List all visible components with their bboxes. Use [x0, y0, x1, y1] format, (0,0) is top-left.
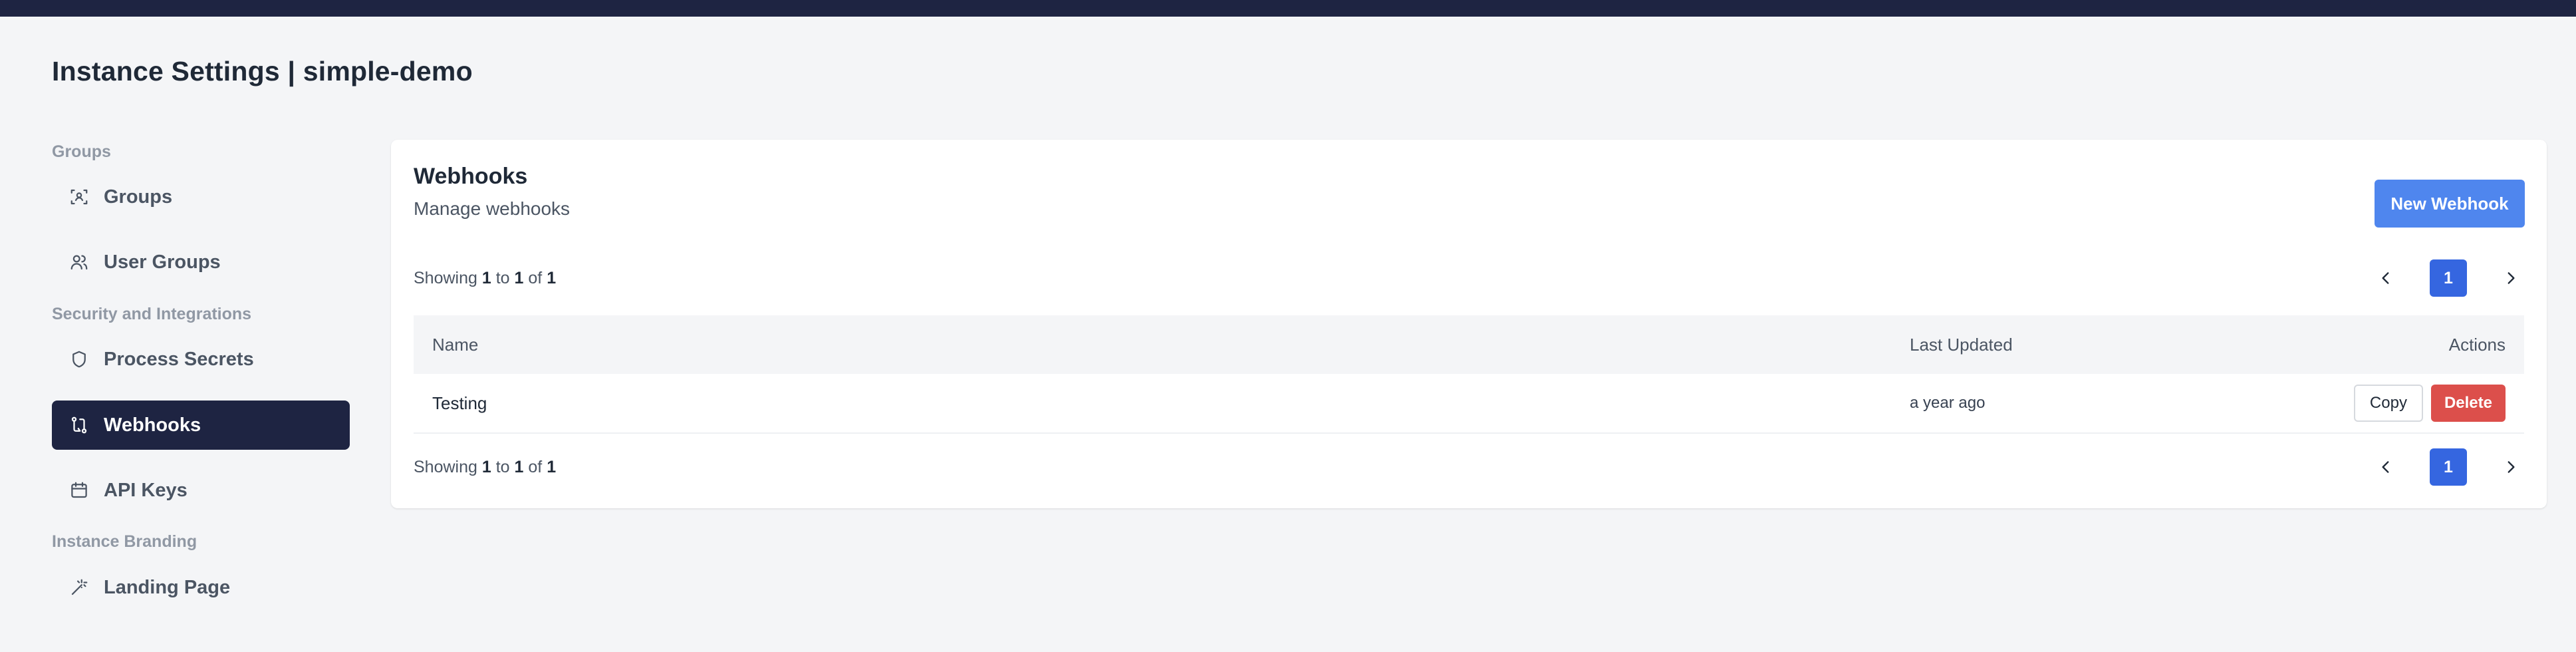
- sidebar-item-label: Groups: [104, 186, 173, 208]
- sidebar-item-user-groups[interactable]: User Groups: [52, 238, 350, 287]
- column-header-actions: Actions: [2448, 334, 2506, 355]
- column-header-last-updated: Last Updated: [1910, 334, 2013, 355]
- previous-page-button[interactable]: [2367, 448, 2404, 486]
- webhook-icon: [68, 414, 90, 436]
- chevron-left-icon: [2382, 272, 2389, 284]
- groups-icon: [68, 186, 90, 208]
- sidebar-item-api-keys[interactable]: API Keys: [52, 466, 350, 515]
- webhooks-card: Webhooks Manage webhooks New Webhook Sho…: [391, 140, 2547, 508]
- shield-icon: [68, 348, 90, 371]
- webhook-last-updated: a year ago: [1910, 394, 1986, 412]
- sidebar-section-branding: Instance Branding: [52, 532, 197, 551]
- page-number-button[interactable]: 1: [2430, 448, 2467, 486]
- new-webhook-button[interactable]: New Webhook: [2375, 180, 2525, 228]
- webhooks-title: Webhooks: [414, 164, 528, 189]
- top-navigation-bar: [0, 0, 2576, 17]
- sidebar-section-security: Security and Integrations: [52, 305, 252, 323]
- users-icon: [68, 251, 90, 273]
- webhooks-table: Name Last Updated Actions Testing a year…: [414, 315, 2524, 434]
- pagination-summary-bottom: Showing 1 to 1 of 1: [414, 458, 557, 476]
- delete-webhook-button[interactable]: Delete: [2430, 385, 2506, 422]
- sidebar-section-groups: Groups: [52, 142, 111, 161]
- next-page-button[interactable]: [2492, 448, 2529, 486]
- chevron-left-icon: [2382, 461, 2389, 473]
- webhooks-subtitle: Manage webhooks: [414, 198, 571, 219]
- table-header: Name Last Updated Actions: [414, 315, 2524, 374]
- column-header-name: Name: [432, 334, 479, 355]
- sidebar-item-label: Webhooks: [104, 414, 201, 436]
- sidebar-item-label: Landing Page: [104, 576, 231, 598]
- sidebar-item-process-secrets[interactable]: Process Secrets: [52, 335, 350, 384]
- next-page-button[interactable]: [2492, 259, 2529, 297]
- table-row: Testing a year ago Copy Delete: [414, 374, 2524, 434]
- previous-page-button[interactable]: [2367, 259, 2404, 297]
- pagination-top: 1: [2367, 259, 2529, 297]
- magic-wand-icon: [68, 576, 90, 599]
- chevron-right-icon: [2508, 272, 2515, 284]
- sidebar-item-label: Process Secrets: [104, 348, 254, 370]
- sidebar-item-label: API Keys: [104, 479, 188, 501]
- calendar-key-icon: [68, 479, 90, 502]
- sidebar-item-landing-page[interactable]: Landing Page: [52, 563, 350, 612]
- copy-webhook-button[interactable]: Copy: [2353, 385, 2423, 422]
- page-number-button[interactable]: 1: [2430, 259, 2467, 297]
- pagination-summary-top: Showing 1 to 1 of 1: [414, 269, 557, 287]
- pagination-bottom: 1: [2367, 448, 2529, 486]
- row-actions: Copy Delete: [2353, 385, 2506, 422]
- sidebar-item-webhooks[interactable]: Webhooks: [52, 401, 350, 450]
- chevron-right-icon: [2508, 461, 2515, 473]
- page-title: Instance Settings | simple-demo: [52, 56, 473, 86]
- sidebar-item-label: User Groups: [104, 251, 221, 273]
- sidebar-item-groups[interactable]: Groups: [52, 172, 350, 222]
- webhook-name: Testing: [432, 393, 487, 413]
